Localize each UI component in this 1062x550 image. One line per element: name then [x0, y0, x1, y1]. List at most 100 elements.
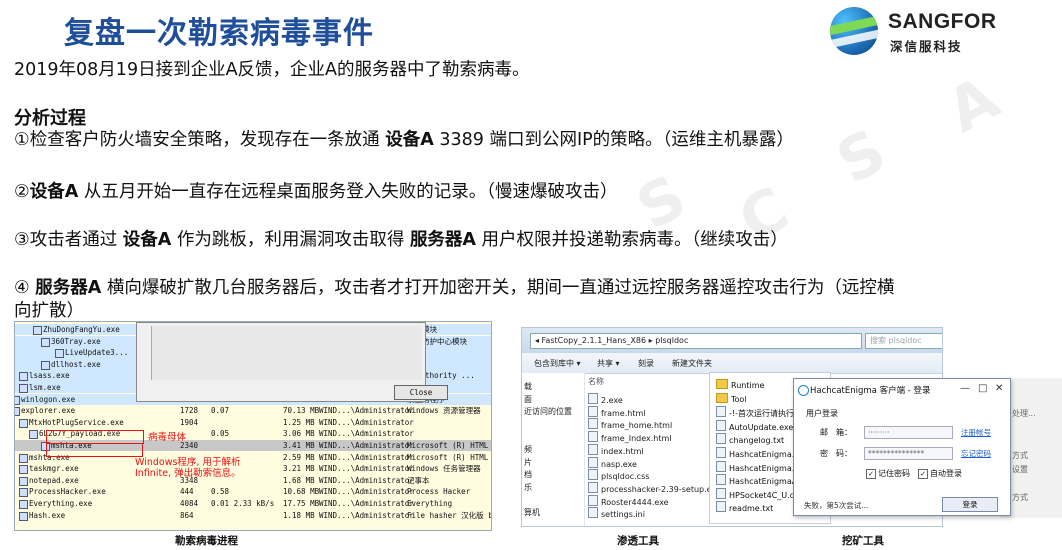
step-3: ③攻击者通过 设备A 作为跳板，利用漏洞攻击取得 服务器A 用户权限并投递勒索病…: [14, 230, 788, 250]
mining-file-item[interactable]: HashcatEnigma.h: [716, 460, 799, 473]
nav-item[interactable]: 乐: [524, 482, 532, 493]
process-icon: [19, 384, 28, 393]
nav-item[interactable]: 频: [524, 444, 532, 455]
forgot-password-link[interactable]: 忘记密码: [961, 448, 991, 459]
auto-login-checkbox[interactable]: ✓: [918, 469, 928, 479]
process-desc: Everything: [407, 499, 453, 508]
address-bar[interactable]: ◂ FastCopy_2.1.1_Hans_X86 ▸ plsqldoc: [530, 333, 862, 349]
mining-file-item[interactable]: AutoUpdate.exe: [716, 419, 793, 432]
file-item[interactable]: frame_Index.html: [588, 431, 672, 443]
close-button[interactable]: Close: [394, 385, 448, 400]
process-priv: 10.68 MB: [283, 487, 320, 497]
nav-item[interactable]: 算机: [524, 507, 540, 518]
password-field[interactable]: ***************: [864, 447, 953, 460]
file-item[interactable]: settings.ini: [588, 507, 645, 519]
email-field[interactable]: ·········: [864, 426, 953, 439]
mining-file-name: HashcatEnigmaA: [729, 477, 798, 487]
process-icon: [19, 453, 28, 463]
nav-item[interactable]: 近访问的位置: [524, 406, 572, 417]
file-icon: [716, 447, 726, 458]
toolbar-share[interactable]: 共享 ▾: [597, 358, 620, 369]
process-row[interactable]: ProcessHacker.exe 444 0.58 10.68 MB WIND...\…: [15, 486, 491, 498]
file-item[interactable]: Rooster4444.exe: [588, 494, 669, 507]
column-header-name[interactable]: 名称: [588, 376, 604, 387]
mining-file-item[interactable]: Runtime: [716, 379, 764, 390]
process-pid: 1904: [180, 417, 199, 427]
register-link[interactable]: 注册帐号: [961, 427, 991, 438]
file-icon: [588, 494, 598, 506]
file-icon: [716, 419, 726, 431]
process-row[interactable]: Hash.exe 864 1.18 MB WIND...\Administrator F…: [15, 510, 491, 521]
mining-file-item[interactable]: Tool: [716, 392, 747, 404]
process-priv: 17.75 MB: [283, 499, 320, 508]
file-item[interactable]: processhacker-2.39-setup.exe: [588, 481, 721, 494]
process-priv: 1.18 MB: [283, 510, 315, 520]
process-name: winlogon.exe: [21, 394, 76, 404]
dialog-box: Close: [136, 322, 448, 402]
process-row[interactable]: Everything.exe 4084 0.01 2.33 kB/s 17.75 MB…: [15, 498, 491, 509]
background-text: 设置: [1012, 465, 1028, 474]
process-user: WIND...\Administrator: [319, 417, 414, 427]
file-item[interactable]: plsqldoc.css: [588, 469, 649, 481]
file-name: frame_home.html: [601, 421, 673, 431]
mining-file-item[interactable]: HashcatEnigma.h: [716, 447, 799, 459]
nav-item[interactable]: 载: [524, 381, 532, 392]
process-icon: [41, 360, 50, 370]
auto-login-label: 自动登录: [930, 469, 962, 478]
toolbar-burn[interactable]: 刻录: [638, 358, 654, 369]
search-input[interactable]: 搜索 plsqldoc: [865, 333, 942, 349]
file-item[interactable]: nasp.exe: [588, 456, 637, 469]
process-icon: [19, 511, 28, 521]
annotation-windows-note-2: Infinite, 弹出勒索信息。: [135, 468, 241, 479]
mining-file-item[interactable]: HPSocket4C_U.dl: [716, 487, 797, 500]
process-desc: Microsoft (R) HTML 应用程...: [407, 441, 491, 450]
background-text: 处理...: [1012, 409, 1036, 418]
slide-title: 复盘一次勒索病毒事件: [64, 16, 374, 51]
remember-password-checkbox[interactable]: ✓: [866, 469, 876, 479]
mining-file-name: Runtime: [731, 381, 765, 390]
annotation-virus-parent: 病毒母体: [148, 432, 187, 443]
process-desc: Windows 任务管理器: [407, 464, 481, 474]
process-name: MtxHotPlugService.exe: [29, 417, 124, 427]
process-icon: [41, 337, 50, 347]
process-user: WIND...\Administrator: [319, 475, 414, 485]
mining-file-name: HPSocket4C_U.dl: [729, 490, 797, 500]
file-icon: [716, 460, 726, 472]
process-row[interactable]: explorer.exe 1728 0.07 70.13 MB WIND...\Admi…: [15, 405, 491, 417]
process-row[interactable]: MtxHotPlugService.exe 1904 1.25 MB WIND...\…: [15, 417, 491, 428]
nav-item[interactable]: 片: [524, 457, 532, 468]
process-icon: [19, 465, 28, 475]
mining-file-item[interactable]: HashcatEnigmaA: [716, 474, 797, 486]
file-item[interactable]: index.html: [588, 443, 644, 456]
process-icon: [15, 395, 20, 405]
login-button[interactable]: 登录: [942, 497, 998, 512]
file-name: plsqldoc.css: [601, 472, 650, 482]
close-icon[interactable]: ✕: [995, 383, 1003, 394]
mining-file-item[interactable]: changelog.txt: [716, 433, 784, 445]
process-icon: [29, 430, 38, 440]
file-name: index.html: [601, 446, 644, 456]
maximize-icon[interactable]: □: [978, 383, 987, 394]
file-item[interactable]: frame.html: [588, 405, 646, 418]
process-name: explorer.exe: [21, 406, 76, 416]
process-row[interactable]: taskmgr.exe 3.21 MB WIND...\Administrator W…: [15, 463, 491, 475]
process-user: WIND...\Administrator: [319, 406, 414, 416]
process-icon: [19, 476, 28, 486]
mining-file-item[interactable]: -!-首次运行请执行: [716, 406, 794, 419]
file-item[interactable]: frame_home.html: [588, 418, 672, 430]
nav-item[interactable]: 档: [524, 469, 532, 480]
file-icon: [588, 481, 598, 493]
process-name: notepad.exe: [29, 475, 79, 485]
toolbar-include-library[interactable]: 包含到库中 ▾: [534, 358, 581, 369]
nav-item[interactable]: 面: [524, 394, 532, 405]
file-name: frame.html: [601, 408, 646, 418]
process-cpu: 0.07: [211, 406, 230, 416]
mining-file-item[interactable]: readme.txt: [716, 501, 773, 513]
process-name: 360Tray.exe: [51, 336, 101, 346]
minimize-icon[interactable]: —: [960, 383, 970, 394]
file-item[interactable]: 2.exe: [588, 393, 623, 405]
toolbar-new-folder[interactable]: 新建文件夹: [672, 358, 712, 369]
process-name: lsass.exe: [29, 371, 70, 381]
process-row[interactable]: notepad.exe 3348 1.68 MB WIND...\Administra…: [15, 475, 491, 486]
explorer-toolbar: 包含到库中 ▾ 共享 ▾ 刻录 新建文件夹: [522, 353, 942, 374]
